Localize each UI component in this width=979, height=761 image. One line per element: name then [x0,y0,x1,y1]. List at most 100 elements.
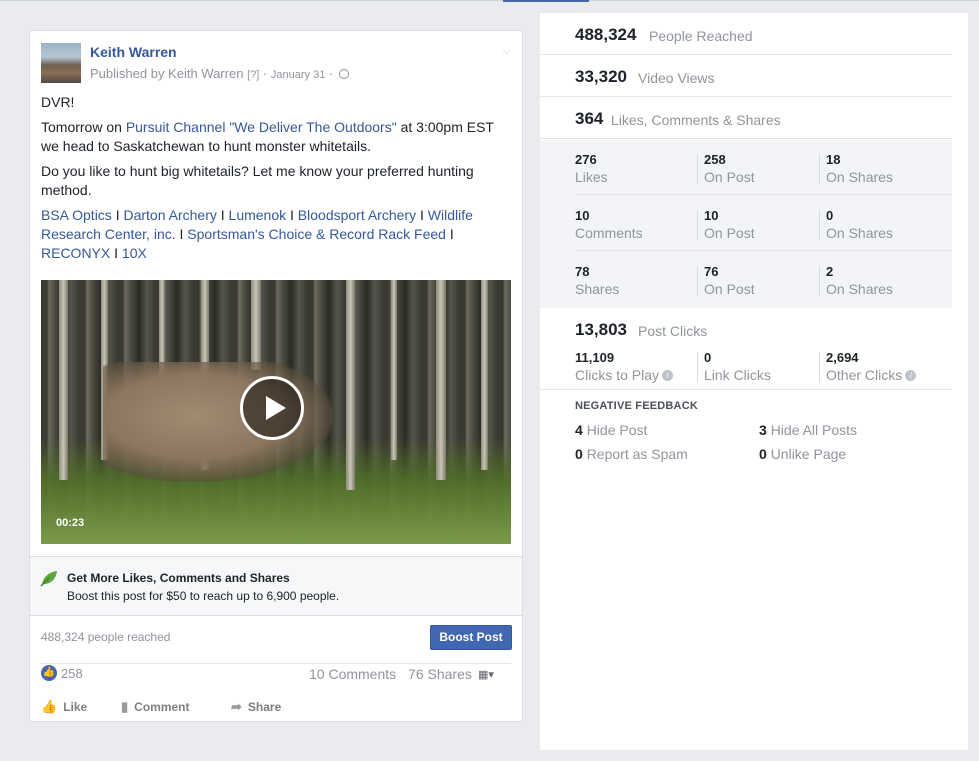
sponsor-link[interactable]: Bloodsport Archery [298,207,416,223]
link-clicks: 0 Link Clicks [704,350,771,383]
stat-label: On Post [704,169,755,185]
column-divider [697,352,698,382]
post-question: Do you like to hunt big whitetails? Let … [41,163,474,198]
sponsor-sep: I [175,226,188,242]
row-divider [575,250,952,251]
text-fragment: Tomorrow on [41,119,126,135]
top-border [0,0,979,1]
stat-value: 11,109 [575,350,615,365]
tree-trunk [436,280,446,480]
sponsor-sep: I [110,245,122,261]
leaf-icon [40,571,57,587]
stat-value: 76 [704,264,719,279]
post-text: DVR! Tomorrow on Pursuit Channel "We Del… [41,93,511,269]
comments-count[interactable]: 10 Comments [309,666,396,682]
thumbs-up-icon: 👍 [41,699,58,714]
shares-count[interactable]: 76 Shares [408,666,472,682]
info-icon[interactable]: i [662,369,674,381]
report-spam-stat: 0 Report as Spam [575,446,688,462]
comments-total: 10 Comments [575,208,643,241]
stat-label: Unlike Page [770,446,847,462]
people-reached-text[interactable]: 488,324 people reached [41,630,170,644]
post-line-2: Tomorrow on Pursuit Channel "We Deliver … [41,118,511,156]
stat-value: 18 [826,152,841,167]
video-views-label: Video Views [638,70,715,86]
stat-value: 3 [759,422,767,438]
stat-label: Likes [575,169,608,185]
sponsor-link[interactable]: RECONYX [41,245,110,261]
people-reached-label: People Reached [649,28,753,44]
info-icon[interactable]: i [905,369,917,381]
stat-value: 2 [826,264,834,279]
post-date[interactable]: January 31 [271,69,325,81]
video-views-row: 33,320 Video Views [540,55,952,97]
help-mark[interactable]: [?] [247,69,259,81]
boost-description: Boost this post for $50 to reach up to 6… [67,589,340,603]
stat-label-text: Other Clicks [826,367,903,383]
sponsor-sep: I [111,207,124,223]
engagement-breakdown: 276 Likes 258 On Post 18 On Shares 10 Co… [540,140,952,308]
row-divider [575,194,952,195]
divider [41,663,511,664]
comments-on-shares: 0 On Shares [826,208,893,241]
stat-value: 2,694 [826,350,859,365]
tree-trunk [481,280,488,470]
chevron-down-icon[interactable]: ⌵ [503,45,511,58]
like-button[interactable]: 👍 Like [41,699,87,715]
column-divider [819,266,820,296]
globe-icon[interactable] [338,68,349,79]
stat-label: Hide All Posts [770,422,858,438]
stat-label: Report as Spam [586,446,688,462]
likes-total: 276 Likes [575,152,608,185]
hide-all-posts-stat: 3 Hide All Posts [759,422,857,438]
post-clicks-value: 13,803 [575,320,627,339]
stat-value: 4 [575,422,583,438]
share-label: Share [247,700,282,714]
clicks-to-play: 11,109 Clicks to Play i [575,350,674,383]
published-by[interactable]: Published by Keith Warren [90,66,243,81]
comment-button[interactable]: ▮ Comment [121,699,190,715]
video-duration: 00:23 [56,517,85,529]
stat-label: On Post [704,225,755,241]
sponsor-sep: I [416,207,428,223]
boost-post-button[interactable]: Boost Post [430,625,512,650]
column-divider [697,210,698,240]
insights-panel: 488,324 People Reached 33,320 Video View… [540,13,968,750]
stat-value: 0 [704,350,712,365]
reaction-summary[interactable]: 👍 258 [41,665,83,681]
post-clicks-label: Post Clicks [638,323,708,339]
negative-feedback-title: NEGATIVE FEEDBACK [575,400,698,412]
stat-label: Clicks to Play i [575,367,674,383]
sponsor-links: BSA Optics I Darton Archery I Lumenok I … [41,206,511,263]
column-divider [697,266,698,296]
stat-value: 0 [575,446,583,462]
column-divider [819,210,820,240]
meta-separator-2: · [328,66,334,81]
sponsor-link[interactable]: Lumenok [229,207,287,223]
sponsor-sep: I [216,207,229,223]
sponsor-link[interactable]: BSA Optics [41,207,112,223]
shares-total: 78 Shares [575,264,619,297]
people-reached-row: 488,324 People Reached [540,13,952,55]
stat-value: 10 [575,208,590,223]
sponsor-link[interactable]: Darton Archery [123,207,216,223]
comment-label: Comment [134,700,190,714]
comments-on-post: 10 On Post [704,208,755,241]
avatar[interactable] [41,43,81,83]
engagement-label: Likes, Comments & Shares [611,112,781,128]
stat-value: 10 [704,208,719,223]
sponsor-link[interactable]: Sportsman's Choice & Record Rack Feed [187,226,446,242]
column-divider [819,154,820,184]
share-arrow-icon: ➦ [231,699,242,714]
play-icon[interactable] [240,376,304,440]
audience-selector[interactable]: ▦▾ [478,668,494,681]
post-line-1: DVR! [41,94,75,110]
sponsor-link[interactable]: 10X [122,245,147,261]
engagement-value: 364 [575,109,604,128]
stat-value: 276 [575,152,597,167]
author-name[interactable]: Keith Warren [90,44,177,60]
video-player[interactable]: 00:23 [41,280,511,544]
channel-link[interactable]: Pursuit Channel "We Deliver The Outdoors… [126,119,397,135]
share-button[interactable]: ➦ Share [231,699,281,715]
stat-label: On Shares [826,169,893,185]
